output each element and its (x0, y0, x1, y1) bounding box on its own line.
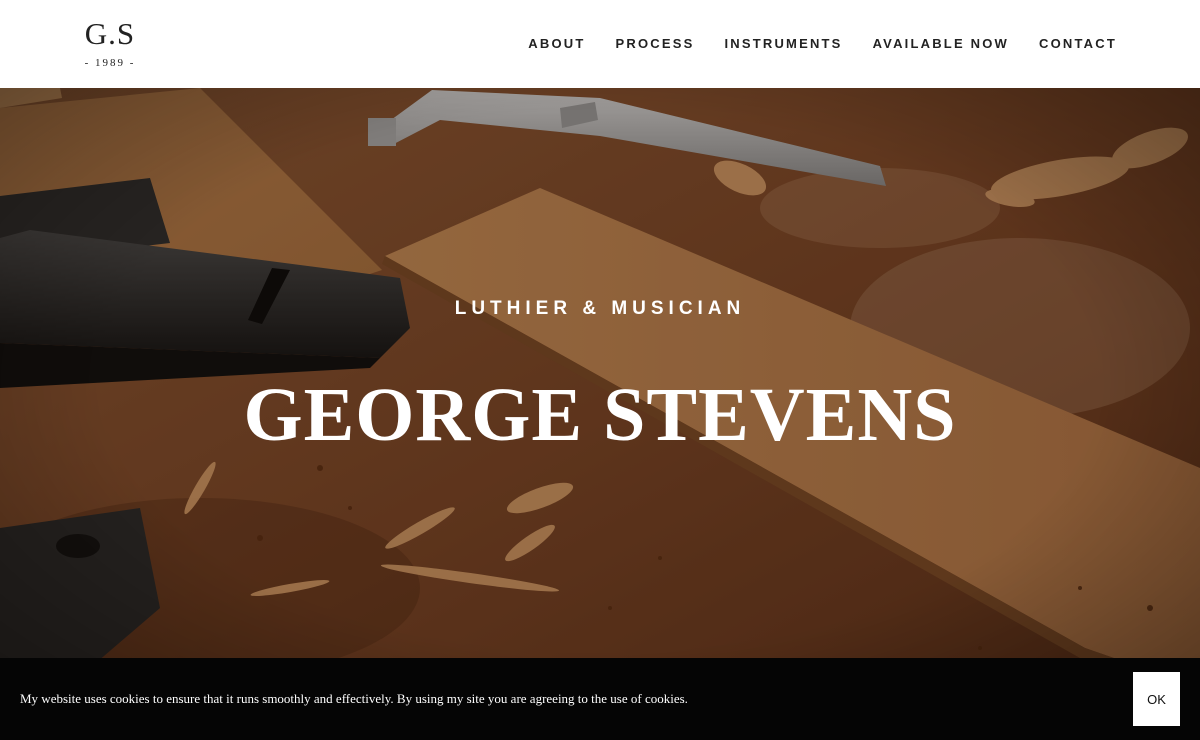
nav-instruments[interactable]: INSTRUMENTS (724, 36, 842, 52)
nav-available-now[interactable]: AVAILABLE NOW (873, 36, 1009, 52)
hero-section: LUTHIER & MUSICIAN GEORGE STEVENS (0, 88, 1200, 740)
nav-contact[interactable]: CONTACT (1039, 36, 1117, 52)
logo-year: - 1989 - (84, 57, 136, 69)
site-header: G.S - 1989 - ABOUT PROCESS INSTRUMENTS A… (0, 0, 1200, 88)
main-nav: ABOUT PROCESS INSTRUMENTS AVAILABLE NOW … (528, 36, 1117, 52)
cookie-message: My website uses cookies to ensure that i… (20, 691, 688, 706)
cookie-banner: My website uses cookies to ensure that i… (0, 658, 1200, 740)
nav-process[interactable]: PROCESS (615, 36, 694, 52)
cookie-accept-button[interactable]: OK (1133, 672, 1180, 726)
nav-about[interactable]: ABOUT (528, 36, 585, 52)
hero-title: GEORGE STEVENS (243, 373, 957, 457)
hero-kicker: LUTHIER & MUSICIAN (454, 298, 746, 319)
site-logo[interactable]: G.S - 1989 - (70, 16, 150, 70)
logo-monogram: G.S (84, 16, 136, 51)
